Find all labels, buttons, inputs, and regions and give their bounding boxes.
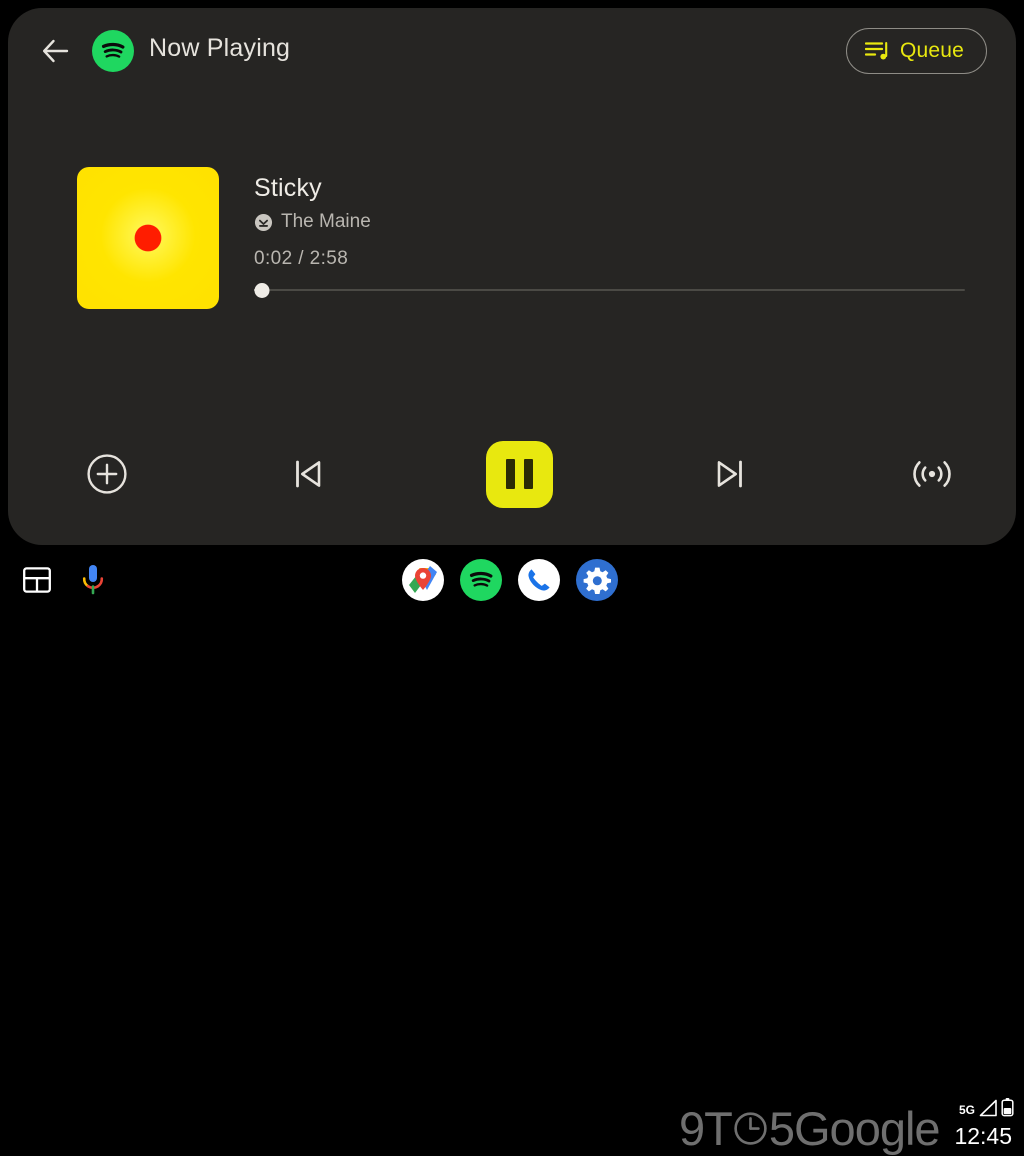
- system-taskbar: 9T 5Google 5G 12:45: [0, 545, 1024, 1155]
- album-art: [77, 167, 219, 309]
- artist-badge-icon: [254, 213, 273, 231]
- playback-time: 0:02 / 2:58: [254, 248, 349, 269]
- skip-next-icon: [717, 460, 742, 488]
- app-header: Now Playing Queue: [8, 8, 1016, 94]
- phone-icon: [528, 569, 550, 591]
- watermark-suffix: 5Google: [768, 1102, 941, 1155]
- spotify-icon: [469, 571, 493, 587]
- google-assistant-mic-icon: [82, 565, 104, 595]
- android-auto-screen: Now Playing Queue Sticky The Maine 0:02 …: [0, 0, 1024, 1155]
- plus-circle-icon: [87, 454, 127, 494]
- clock-icon: [734, 1112, 767, 1145]
- queue-button-label: Queue: [899, 39, 964, 62]
- grid-icon: [23, 567, 51, 593]
- progress-thumb[interactable]: [254, 282, 270, 298]
- gear-icon: [583, 567, 611, 594]
- app-grid-button[interactable]: [18, 561, 56, 599]
- back-arrow-icon: [43, 39, 69, 63]
- queue-music-icon: [864, 41, 888, 60]
- previous-track-button[interactable]: [266, 432, 350, 516]
- next-track-button[interactable]: [688, 432, 772, 516]
- connect-device-button[interactable]: [890, 432, 974, 516]
- maps-app-icon[interactable]: [402, 559, 444, 601]
- spotify-app-icon[interactable]: [460, 559, 502, 601]
- battery-icon: [1001, 1098, 1014, 1117]
- track-title: Sticky: [254, 174, 322, 202]
- pause-bar-right: [523, 459, 533, 489]
- media-app-panel: Now Playing Queue Sticky The Maine 0:02 …: [8, 8, 1016, 545]
- watermark-prefix: 9T: [679, 1102, 733, 1155]
- assistant-button[interactable]: [74, 561, 112, 599]
- watermark: 9T 5Google: [679, 1101, 941, 1156]
- queue-button[interactable]: Queue: [845, 28, 987, 74]
- progress-slider[interactable]: [254, 282, 965, 298]
- add-to-library-button[interactable]: [65, 432, 149, 516]
- pause-bar-left: [505, 459, 515, 489]
- back-button[interactable]: [38, 34, 74, 68]
- progress-track: [254, 289, 965, 292]
- broadcast-icon: [913, 461, 951, 487]
- signal-triangle-icon: [979, 1099, 997, 1117]
- settings-app-icon[interactable]: [576, 559, 618, 601]
- phone-app-icon[interactable]: [518, 559, 560, 601]
- network-type-label: 5G: [958, 1103, 975, 1117]
- transport-controls: [8, 432, 1016, 516]
- artist-name: The Maine: [281, 211, 371, 232]
- artist-row: The Maine: [254, 211, 371, 233]
- status-clock: 12:45: [954, 1123, 1012, 1149]
- status-area: 5G 12:45: [932, 1097, 1018, 1155]
- pause-icon: [485, 440, 553, 508]
- spotify-logo-icon: [92, 30, 134, 72]
- skip-previous-icon: [296, 460, 321, 488]
- google-maps-icon: [409, 566, 437, 593]
- taskbar-app-icons: [402, 559, 618, 601]
- play-pause-button[interactable]: [477, 432, 561, 516]
- page-title: Now Playing: [149, 34, 291, 62]
- status-icons: 5G: [959, 1097, 1014, 1117]
